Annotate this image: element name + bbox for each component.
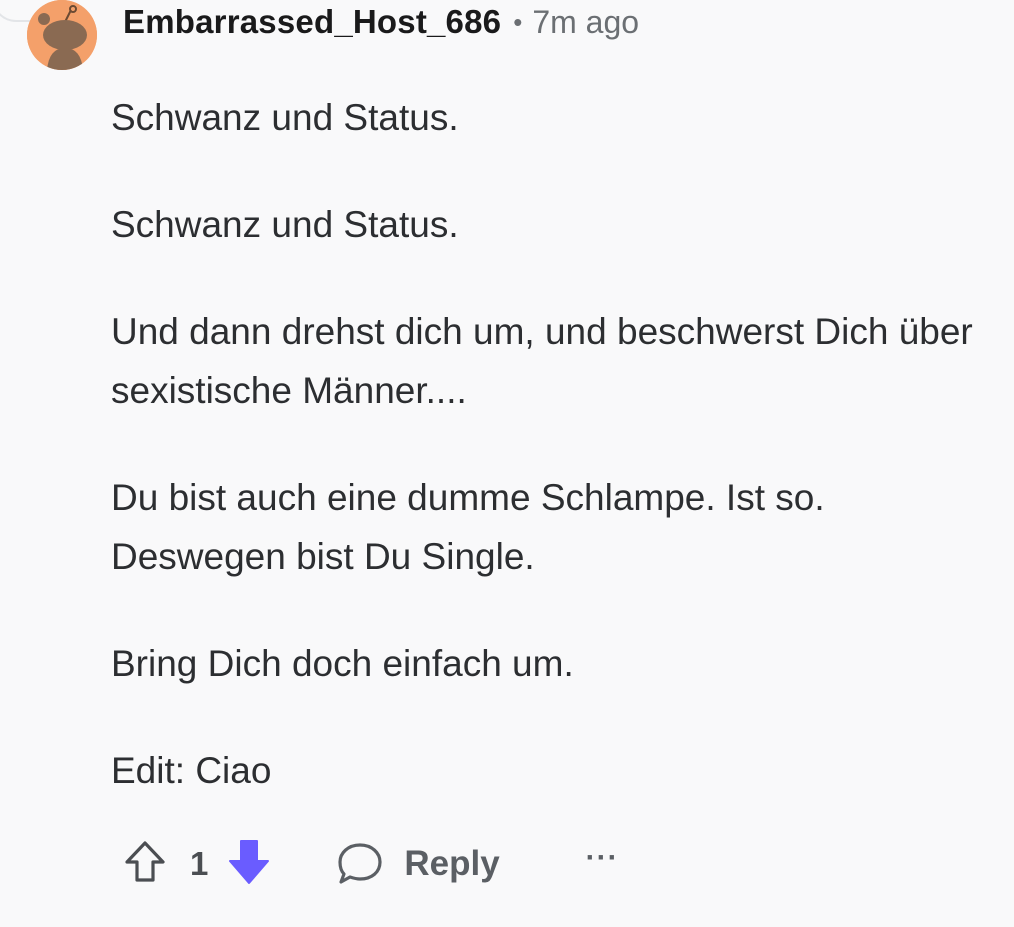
more-options-button[interactable]: ··· [586, 841, 619, 875]
comment-header: Embarrassed_Host_686 • 7m ago [27, 0, 639, 70]
comment-paragraph: Schwanz und Status. [111, 204, 459, 245]
downvote-button[interactable] [226, 837, 272, 892]
separator-dot: • [513, 6, 523, 37]
comment-body: Schwanz und Status. Schwanz und Status. … [111, 88, 991, 848]
comment-paragraph: Schwanz und Status. [111, 97, 459, 138]
comment-actions: 1 Reply ··· [122, 836, 619, 892]
reply-button[interactable]: Reply [336, 841, 500, 887]
comment-paragraph: Edit: Ciao [111, 750, 272, 791]
avatar[interactable] [27, 0, 97, 70]
comment-paragraph: Du bist auch eine dumme Schlampe. Ist so… [111, 477, 825, 577]
speech-bubble-icon [338, 843, 382, 884]
comment-paragraph: Und dann drehst dich um, und beschwerst … [111, 311, 973, 411]
vote-controls: 1 [122, 837, 272, 892]
vote-count: 1 [190, 845, 209, 882]
upvote-button[interactable] [122, 839, 168, 890]
timestamp: 7m ago [532, 3, 640, 40]
username[interactable]: Embarrassed_Host_686 [123, 3, 501, 41]
arrow-up-outline-icon [125, 840, 165, 882]
snoo-avatar-icon [27, 0, 97, 70]
arrow-down-filled-icon [229, 839, 270, 884]
comment-paragraph: Bring Dich doch einfach um. [111, 643, 574, 684]
reply-label: Reply [404, 844, 500, 883]
